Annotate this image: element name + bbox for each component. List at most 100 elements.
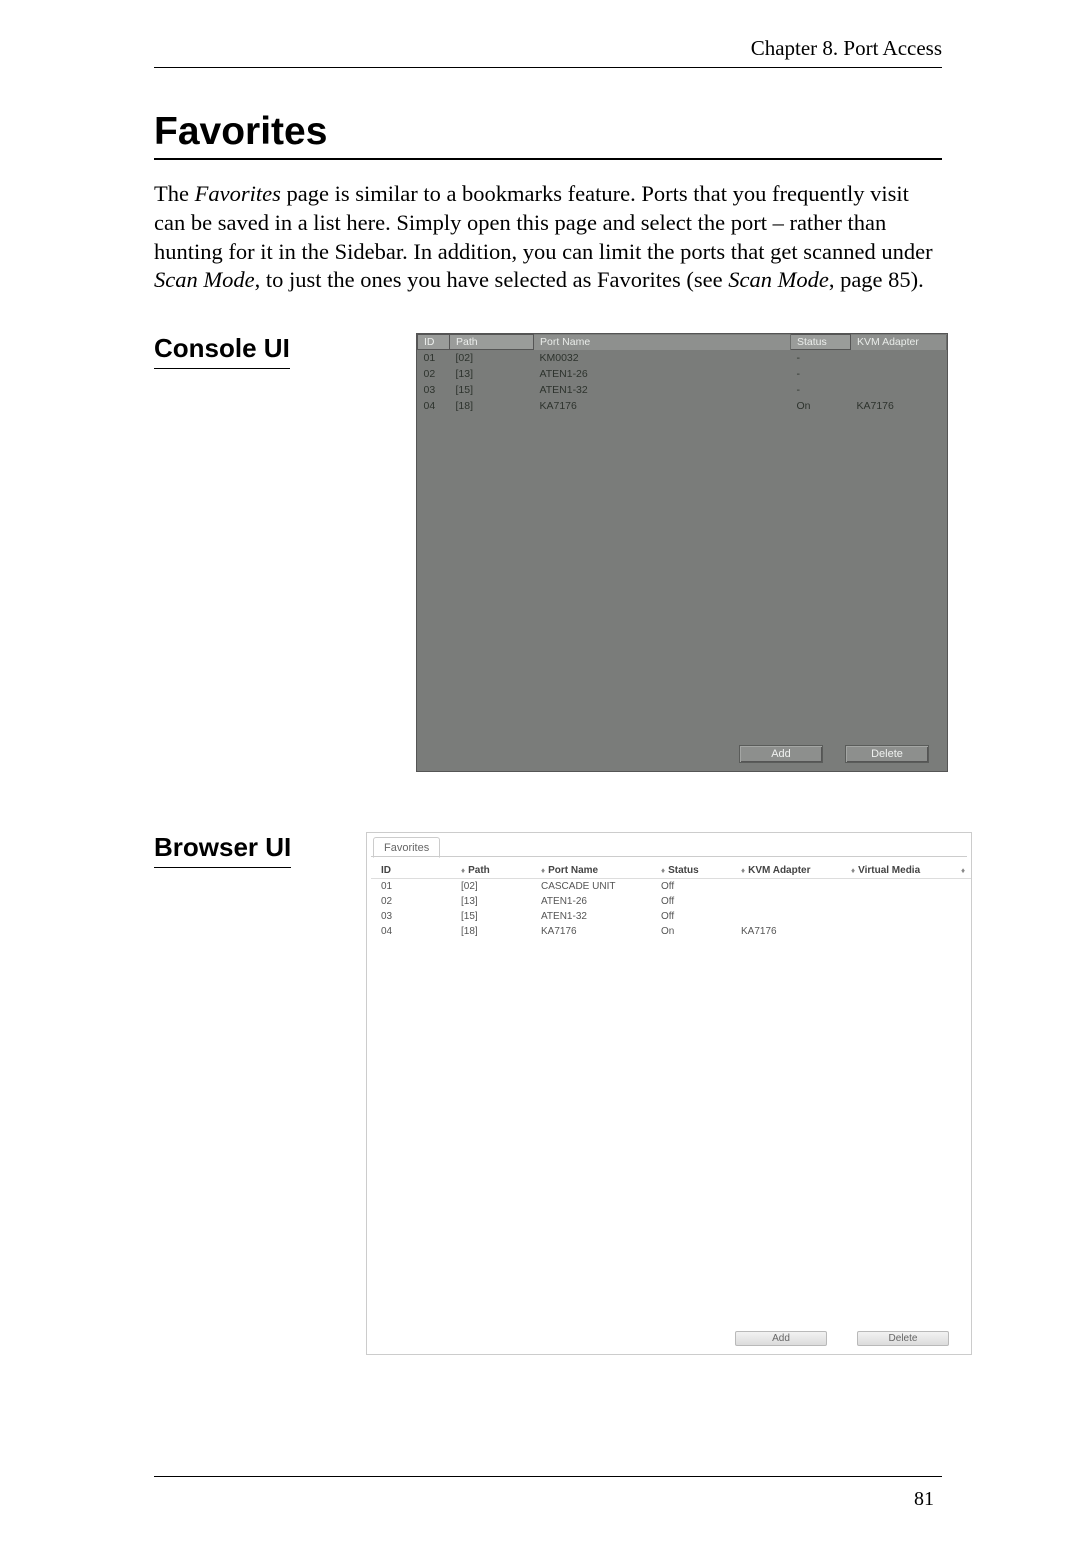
cell-id: 02 — [418, 366, 450, 382]
cell-name: ATEN1-26 — [531, 894, 651, 909]
cell-path: [13] — [451, 894, 531, 909]
browser-screenshot: Favorites ID ♦Path ♦Port Name ♦Status — [366, 832, 972, 1355]
console-add-button[interactable]: Add — [739, 745, 823, 763]
cell-vm — [841, 909, 951, 924]
console-col-adapter[interactable]: KVM Adapter — [851, 335, 947, 350]
console-row[interactable]: 02 [13] ATEN1-26 - — [418, 366, 947, 382]
cell-adapter — [731, 909, 841, 924]
title-rule — [154, 158, 942, 160]
cell-id: 01 — [418, 350, 450, 367]
col-label: ID — [381, 865, 391, 876]
intro-text-italic: Scan Mode — [154, 267, 255, 292]
cell-id: 02 — [371, 894, 451, 909]
browser-ui-label: Browser UI — [154, 832, 394, 868]
console-ui-heading: Console UI — [154, 333, 290, 369]
cell-status: On — [651, 924, 731, 939]
intro-text-italic: Favorites — [195, 181, 281, 206]
cell-name: CASCADE UNIT — [531, 879, 651, 895]
browser-add-button[interactable]: Add — [735, 1331, 827, 1346]
browser-row[interactable]: 04 [18] KA7176 On KA7176 — [371, 924, 971, 939]
cell-name: ATEN1-32 — [534, 382, 791, 398]
sort-icon: ♦ — [961, 868, 965, 874]
cell-path: [02] — [451, 879, 531, 895]
browser-row[interactable]: 02 [13] ATEN1-26 Off — [371, 894, 971, 909]
cell-adapter — [851, 382, 947, 398]
cell-path: [02] — [450, 350, 534, 367]
col-label: Virtual Media — [858, 865, 920, 876]
sort-icon: ♦ — [851, 868, 855, 874]
cell-path: [15] — [450, 382, 534, 398]
browser-col-virtual-media[interactable]: ♦Virtual Media — [841, 863, 951, 879]
browser-row[interactable]: 03 [15] ATEN1-32 Off — [371, 909, 971, 924]
cell-id: 01 — [371, 879, 451, 895]
console-table: ID Path Port Name Status KVM Adapter 01 … — [417, 334, 947, 414]
sort-icon: ♦ — [741, 868, 745, 874]
browser-col-adapter[interactable]: ♦KVM Adapter — [731, 863, 841, 879]
console-row[interactable]: 03 [15] ATEN1-32 - — [418, 382, 947, 398]
cell-name: ATEN1-32 — [531, 909, 651, 924]
cell-path: [13] — [450, 366, 534, 382]
cell-vm — [841, 894, 951, 909]
page-number: 81 — [914, 1488, 934, 1511]
sort-icon: ♦ — [661, 868, 665, 874]
console-delete-button[interactable]: Delete — [845, 745, 929, 763]
console-col-id[interactable]: ID — [418, 335, 450, 350]
browser-delete-button[interactable]: Delete — [857, 1331, 949, 1346]
col-label: KVM Adapter — [748, 865, 810, 876]
cell-status: On — [791, 398, 851, 414]
cell-name: KA7176 — [534, 398, 791, 414]
browser-col-end: ♦ — [951, 863, 971, 879]
cell-status: Off — [651, 894, 731, 909]
browser-table: ID ♦Path ♦Port Name ♦Status ♦KVM Adapter… — [371, 863, 971, 939]
cell-adapter — [731, 879, 841, 895]
sort-icon: ♦ — [541, 868, 545, 874]
browser-tab-favorites[interactable]: Favorites — [373, 837, 440, 858]
console-col-status[interactable]: Status — [791, 335, 851, 350]
cell-id: 04 — [371, 924, 451, 939]
browser-col-id[interactable]: ID — [371, 863, 451, 879]
browser-header-row: ID ♦Path ♦Port Name ♦Status ♦KVM Adapter… — [371, 863, 971, 879]
cell-vm — [841, 879, 951, 895]
intro-text-italic: Scan Mode — [728, 267, 829, 292]
cell-path: [18] — [451, 924, 531, 939]
browser-ui-section: Browser UI Favorites ID ♦Path ♦Port Na — [154, 832, 942, 1355]
console-footer: Add Delete — [417, 739, 947, 771]
console-ui-section: Console UI ID Path Port Name S — [154, 333, 942, 772]
browser-col-status[interactable]: ♦Status — [651, 863, 731, 879]
cell-name: ATEN1-26 — [534, 366, 791, 382]
browser-row[interactable]: 01 [02] CASCADE UNIT Off — [371, 879, 971, 895]
cell-status: - — [791, 350, 851, 367]
cell-adapter — [851, 350, 947, 367]
console-row[interactable]: 01 [02] KM0032 - — [418, 350, 947, 367]
console-row[interactable]: 04 [18] KA7176 On KA7176 — [418, 398, 947, 414]
intro-text: The — [154, 181, 195, 206]
browser-col-path[interactable]: ♦Path — [451, 863, 531, 879]
console-header-row: ID Path Port Name Status KVM Adapter — [418, 335, 947, 350]
intro-text: , page 85). — [829, 267, 924, 292]
cell-adapter: KA7176 — [731, 924, 841, 939]
footer-rule — [154, 1476, 942, 1477]
cell-id: 03 — [371, 909, 451, 924]
header-rule — [154, 67, 942, 68]
sort-icon: ♦ — [461, 868, 465, 874]
browser-footer: Add Delete — [367, 1327, 971, 1354]
cell-name: KM0032 — [534, 350, 791, 367]
console-ui-label: Console UI — [154, 333, 394, 369]
cell-name: KA7176 — [531, 924, 651, 939]
cell-status: - — [791, 382, 851, 398]
cell-status: - — [791, 366, 851, 382]
browser-col-port-name[interactable]: ♦Port Name — [531, 863, 651, 879]
col-label: Port Name — [548, 865, 598, 876]
console-col-path[interactable]: Path — [450, 335, 534, 350]
page-title: Favorites — [154, 110, 942, 154]
cell-adapter — [851, 366, 947, 382]
cell-id: 04 — [418, 398, 450, 414]
cell-adapter: KA7176 — [851, 398, 947, 414]
browser-ui-heading: Browser UI — [154, 832, 291, 868]
console-col-port-name[interactable]: Port Name — [534, 335, 791, 350]
cell-status: Off — [651, 879, 731, 895]
cell-path: [18] — [450, 398, 534, 414]
cell-id: 03 — [418, 382, 450, 398]
console-ui-panel: ID Path Port Name Status KVM Adapter 01 … — [416, 333, 948, 772]
cell-path: [15] — [451, 909, 531, 924]
